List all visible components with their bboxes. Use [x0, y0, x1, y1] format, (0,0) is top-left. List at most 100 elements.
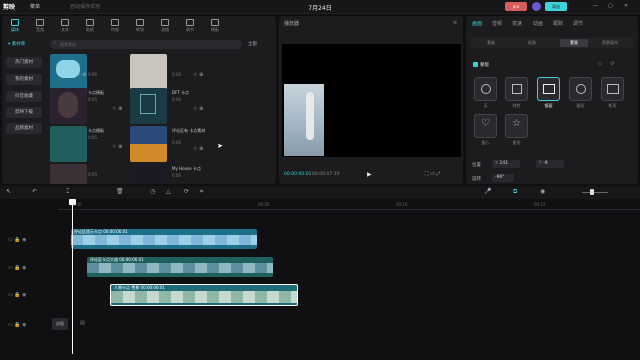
- mask-linear-label: 线性: [512, 103, 521, 108]
- subtab-mask[interactable]: 蒙版: [560, 39, 588, 47]
- tile-title: My House 卡点: [172, 166, 201, 171]
- sidebar-item-brand[interactable]: 品牌素材: [6, 123, 42, 134]
- zoom-slider[interactable]: [582, 192, 608, 193]
- rotate-icon[interactable]: ⟳: [184, 188, 189, 195]
- rotate-label: 旋转: [472, 177, 481, 182]
- select-tool-icon[interactable]: ↖: [6, 188, 11, 195]
- tile-duration: 0:06: [172, 140, 181, 145]
- favorite-icon[interactable]: ☆ ⊕: [112, 144, 122, 150]
- tab-filter[interactable]: 滤镜: [156, 19, 174, 33]
- timeline-clip[interactable]: 人物卡点 雪景 00:00:06:01: [110, 284, 298, 306]
- subtab-matting[interactable]: 抠像: [528, 40, 536, 46]
- mask-heart-label: 爱心: [481, 140, 490, 145]
- rotate-field[interactable]: -90°: [492, 174, 514, 182]
- project-title[interactable]: 7月24日: [0, 3, 640, 12]
- fullscreen-icon[interactable]: ⛶ ▭ ⤢: [425, 171, 440, 177]
- mask-none[interactable]: [474, 77, 497, 101]
- sidebar-item-download[interactable]: 剪映下载: [6, 107, 42, 118]
- maximize-icon[interactable]: ▢: [608, 3, 613, 9]
- tab-adjust-prop[interactable]: 调节: [573, 20, 583, 27]
- sidebar-item-library[interactable]: ▾ 素材库: [6, 39, 42, 50]
- player-title: 播放器: [284, 21, 300, 27]
- tab-transition[interactable]: 转场: [131, 19, 149, 33]
- cover-button[interactable]: 封面: [52, 318, 68, 330]
- crop-icon[interactable]: ⌗: [200, 188, 203, 196]
- mask-mirror[interactable]: [537, 77, 560, 101]
- tile-duration: 0:05: [88, 97, 97, 102]
- track-controls[interactable]: ▭ 🔒 ◉: [8, 237, 27, 243]
- tab-text[interactable]: 文本: [56, 19, 74, 33]
- track-controls[interactable]: ▭ 🔒 ◉: [8, 292, 27, 298]
- tab-adjust[interactable]: 调节: [181, 19, 199, 33]
- mask-star[interactable]: ☆: [505, 114, 528, 138]
- subtab-basic[interactable]: 基础: [487, 40, 495, 46]
- media-tile[interactable]: [130, 88, 167, 124]
- tab-media[interactable]: 媒体: [6, 19, 24, 33]
- mic-icon[interactable]: 🎤: [484, 188, 491, 195]
- close-icon[interactable]: ✕: [624, 3, 628, 9]
- sidebar-item-hot[interactable]: 热门素材: [6, 57, 42, 68]
- mask-toggle-checkbox[interactable]: [473, 62, 478, 67]
- tab-speed[interactable]: 变速: [512, 20, 522, 27]
- tab-audio-prop[interactable]: 音频: [492, 20, 502, 27]
- sidebar-item-douyin[interactable]: 抖音收藏: [6, 91, 42, 102]
- tab-effects[interactable]: 特效: [106, 19, 124, 33]
- media-tile[interactable]: [130, 126, 167, 162]
- media-tile[interactable]: [50, 164, 87, 184]
- ruler-tick: 00:05: [258, 202, 270, 207]
- playhead-handle[interactable]: [69, 199, 76, 205]
- favorite-icon[interactable]: ☆ ⊕: [112, 106, 122, 112]
- export-button[interactable]: 导出: [545, 2, 567, 11]
- tile-title: DFT 卡点: [172, 90, 190, 95]
- zoom-slider-handle[interactable]: [590, 189, 594, 195]
- timeline-clip[interactable]: 评论区卡点大道 00:00:06:01: [87, 257, 273, 277]
- x-field[interactable]: X 141: [492, 160, 520, 168]
- reset-icon[interactable]: ↺: [610, 61, 614, 67]
- mask-mirror-label: 镜面: [544, 103, 553, 108]
- undo-icon[interactable]: ↶: [32, 188, 37, 195]
- tab-animation[interactable]: 动画: [533, 20, 543, 27]
- favorite-icon[interactable]: ☆ ⊕: [76, 72, 86, 78]
- mask-heart[interactable]: ♡: [474, 114, 497, 138]
- track-controls[interactable]: ▭ 🔒 ◉: [8, 322, 27, 328]
- mask-circle[interactable]: [569, 77, 592, 101]
- freeze-icon[interactable]: ◷: [150, 188, 155, 195]
- pro-button[interactable]: pro: [505, 2, 527, 11]
- subtab-background[interactable]: 背景填充: [602, 40, 618, 46]
- timeline-clip[interactable]: 评论区提示卡点 00:00:06:01: [71, 229, 257, 249]
- delete-icon[interactable]: 🗑: [116, 188, 124, 195]
- search-input[interactable]: 搜索素材: [50, 40, 242, 49]
- mirror-icon[interactable]: △: [166, 188, 171, 195]
- ruler-tick: 00:10: [396, 202, 408, 207]
- favorite-icon[interactable]: ☆ ⊕: [193, 146, 203, 152]
- player-menu-icon[interactable]: ≡: [453, 20, 457, 26]
- mask-none-label: 无: [483, 103, 488, 108]
- avatar[interactable]: [532, 2, 541, 11]
- tile-duration: 0:05: [88, 135, 97, 140]
- keyframe-icon[interactable]: ◇: [598, 61, 602, 67]
- sidebar-item-mine[interactable]: 我的素材: [6, 74, 42, 85]
- split-icon[interactable]: ⌶: [66, 188, 70, 196]
- media-tile[interactable]: [50, 88, 87, 124]
- playhead[interactable]: [72, 199, 73, 354]
- favorite-icon[interactable]: ☆ ⊕: [193, 106, 203, 112]
- tab-sticker[interactable]: 贴纸: [81, 19, 99, 33]
- filter-dropdown[interactable]: 全部: [248, 41, 257, 47]
- media-tile[interactable]: [130, 164, 167, 184]
- mask-rectangle[interactable]: [601, 77, 624, 101]
- main-track-icon: ▤: [80, 320, 85, 326]
- media-tile[interactable]: [130, 54, 167, 90]
- mask-linear[interactable]: [505, 77, 528, 101]
- preview-axis-icon[interactable]: ◉: [540, 188, 545, 195]
- tab-template[interactable]: 模板: [206, 19, 224, 33]
- play-button[interactable]: ▶: [367, 171, 372, 178]
- track-controls[interactable]: ▭ 🔒 ◉: [8, 265, 27, 271]
- y-field[interactable]: Y -9: [536, 160, 564, 168]
- tab-audio[interactable]: 音频: [31, 19, 49, 33]
- media-tile[interactable]: [50, 126, 87, 162]
- favorite-icon[interactable]: ☆ ⊕: [193, 72, 203, 78]
- tab-tracking[interactable]: 跟踪: [553, 20, 563, 27]
- snap-icon[interactable]: ⧉: [513, 188, 517, 196]
- tab-picture[interactable]: 画面: [472, 20, 482, 27]
- minimize-icon[interactable]: —: [593, 3, 598, 9]
